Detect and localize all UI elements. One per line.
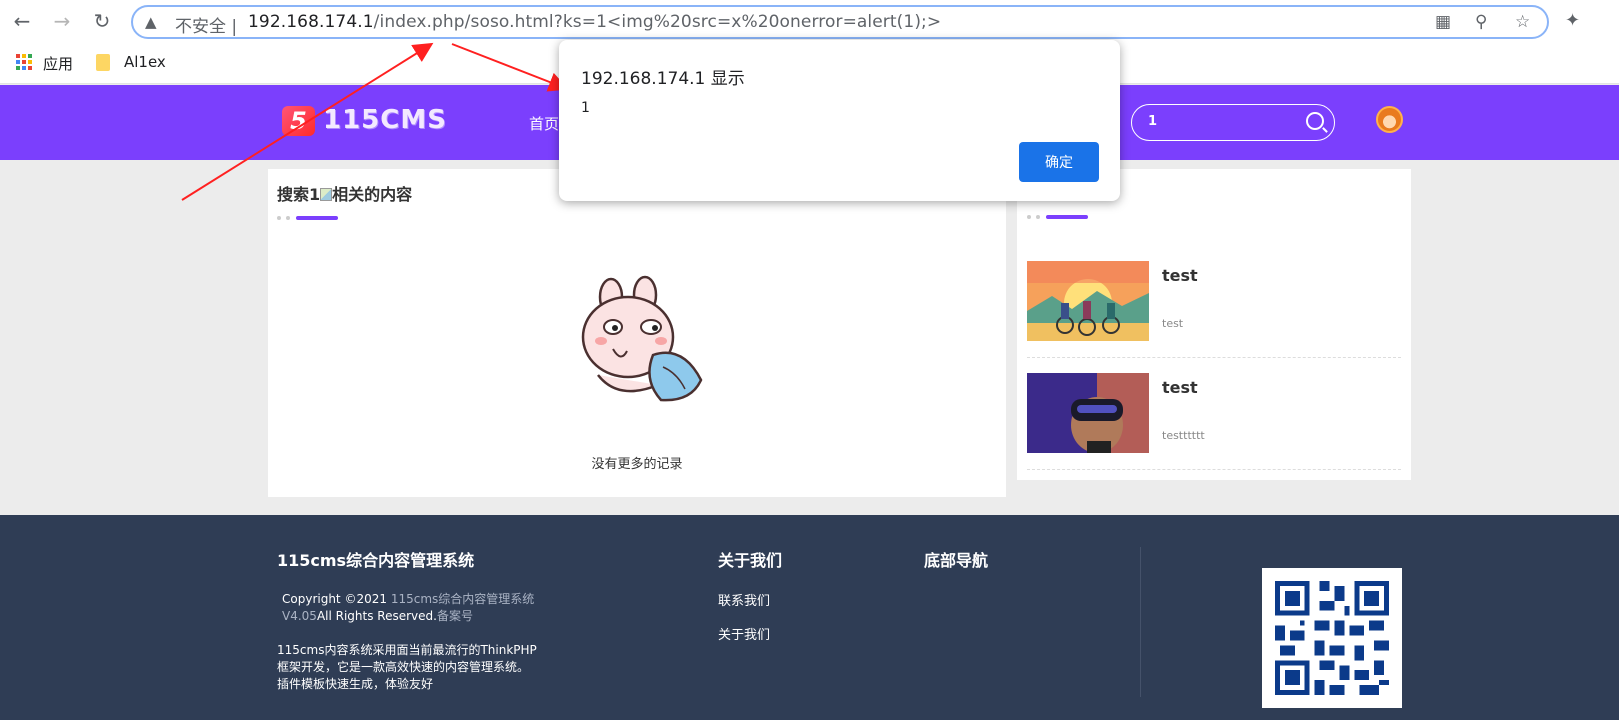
item-divider: [1027, 357, 1401, 358]
url-host: 192.168.174.1: [248, 12, 374, 32]
sidebar-panel: test test test testttttt: [1017, 169, 1411, 480]
logo-badge[interactable]: 5: [282, 106, 315, 136]
title-suffix: 相关的内容: [332, 185, 413, 204]
back-icon[interactable]: ←: [9, 8, 35, 34]
desc-line: 框架开发，它是一款高效快速的内容管理系统。: [277, 660, 530, 674]
alert-dialog: 192.168.174.1 显示 1 确定: [559, 40, 1120, 201]
search-box[interactable]: 1: [1131, 104, 1335, 141]
rights-text: All Rights Reserved.: [316, 609, 437, 623]
footer-about-title: 关于我们: [718, 551, 783, 570]
footer-link-about[interactable]: 关于我们: [718, 624, 770, 643]
item-divider: [1027, 469, 1401, 470]
empty-bunny-illustration: [581, 275, 703, 402]
dialog-title: 192.168.174.1 显示: [581, 69, 745, 89]
forward-icon[interactable]: →: [49, 8, 75, 34]
thumbnail-image[interactable]: [1027, 261, 1149, 341]
reload-icon[interactable]: ↻: [89, 8, 115, 34]
desc-line: 插件模板快速生成，体验友好: [277, 677, 434, 691]
qr-code-image: [1262, 568, 1402, 708]
search-icon[interactable]: [1306, 112, 1324, 130]
footer-copyright: Copyright ©2021 115cms综合内容管理系统 V4.05All …: [282, 591, 534, 625]
folder-icon: [96, 54, 110, 71]
bookmark-star-icon[interactable]: ☆: [1515, 12, 1530, 32]
broken-image-icon: [320, 188, 333, 201]
address-bar[interactable]: ▲ 不安全 | 192.168.174.1/index.php/soso.htm…: [131, 5, 1549, 39]
empty-message: 没有更多的记录: [591, 457, 683, 472]
footer-divider: [1140, 547, 1141, 697]
title-prefix: 搜索1: [277, 185, 321, 204]
site-footer: 115cms综合内容管理系统 Copyright ©2021 115cms综合内…: [0, 515, 1619, 720]
nav-home-link[interactable]: 首页: [529, 113, 559, 134]
icp-link[interactable]: 备案号: [437, 609, 473, 623]
qr-code-icon[interactable]: ▦: [1435, 12, 1451, 32]
warning-icon: ▲: [145, 13, 157, 31]
search-input[interactable]: 1: [1148, 114, 1157, 129]
copyright-link[interactable]: 115cms综合内容管理系统: [391, 592, 534, 606]
logo-text[interactable]: 115CMS: [323, 105, 447, 135]
zoom-icon[interactable]: ⚲: [1475, 12, 1487, 32]
footer-description: 115cms内容系统采用面当前最流行的ThinkPHP 框架开发，它是一款高效快…: [277, 642, 537, 693]
bookmark-apps[interactable]: 应用: [43, 53, 73, 74]
version-text: V4.05: [282, 609, 317, 623]
security-label[interactable]: 不安全 |: [175, 12, 237, 37]
ok-button[interactable]: 确定: [1019, 142, 1099, 182]
extensions-icon[interactable]: ✦: [1565, 10, 1580, 31]
item-title[interactable]: test: [1162, 378, 1198, 397]
search-results-panel: 搜索1 相关的内容 没有更多的记录: [268, 169, 1006, 497]
browser-toolbar: ← → ↻ ▲ 不安全 | 192.168.174.1/index.php/so…: [0, 0, 1619, 42]
item-desc: testttttt: [1162, 429, 1205, 442]
page-title: 搜索1 相关的内容: [277, 181, 412, 205]
list-item[interactable]: test test: [1027, 261, 1401, 341]
url-path: /index.php/soso.html?ks=1<img%20src=x%20…: [373, 12, 942, 32]
avatar[interactable]: [1376, 106, 1403, 133]
item-desc: test: [1162, 317, 1184, 330]
desc-line: 115cms内容系统采用面当前最流行的ThinkPHP: [277, 643, 537, 657]
footer-nav-title: 底部导航: [924, 551, 989, 570]
apps-icon[interactable]: [16, 54, 32, 70]
footer-link-contact[interactable]: 联系我们: [718, 590, 770, 609]
copyright-prefix: Copyright ©2021: [282, 592, 387, 606]
bookmark-folder[interactable]: Al1ex: [124, 53, 166, 71]
footer-brand-title: 115cms综合内容管理系统: [277, 551, 475, 570]
list-item[interactable]: test testttttt: [1027, 373, 1401, 453]
dialog-message: 1: [581, 100, 590, 116]
item-title[interactable]: test: [1162, 266, 1198, 285]
thumbnail-image[interactable]: [1027, 373, 1149, 453]
url-text[interactable]: 192.168.174.1/index.php/soso.html?ks=1<i…: [248, 12, 941, 32]
